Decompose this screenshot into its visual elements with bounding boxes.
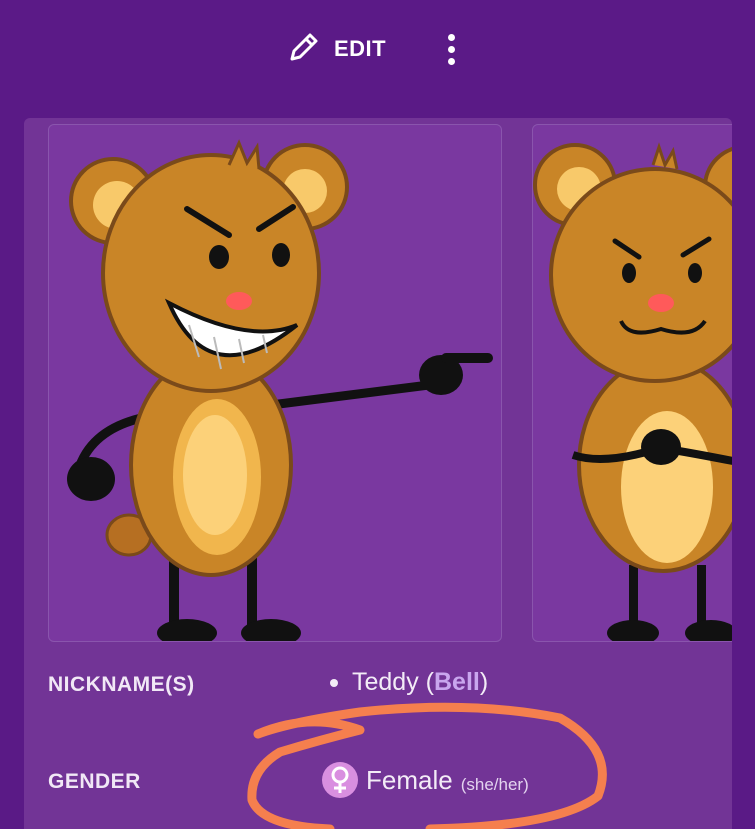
more-options-button[interactable] [436, 30, 466, 68]
teddy-pointing-image[interactable] [48, 124, 502, 642]
teddy-arms-crossed-image[interactable] [532, 124, 732, 642]
image-gallery[interactable] [48, 124, 732, 642]
edit-label: EDIT [334, 36, 387, 61]
nickname-link[interactable]: Bell [434, 668, 480, 697]
gender-value: Female (she/her) [322, 762, 529, 798]
top-toolbar: EDIT [0, 0, 755, 100]
nickname-suffix: ) [479, 668, 489, 696]
gender-pronouns: (she/her) [460, 775, 529, 794]
female-symbol-icon [322, 762, 358, 798]
nickname-value: Teddy ( Bell ) [330, 668, 488, 697]
edit-button[interactable]: EDIT [286, 30, 386, 68]
pencil-icon [286, 29, 322, 70]
nickname-label: NICKNAME(S) [48, 673, 195, 696]
character-infobox: NICKNAME(S) Teddy ( Bell ) GENDER Female… [24, 118, 732, 829]
bullet [330, 678, 338, 687]
gender-label: GENDER [48, 770, 141, 793]
nickname-prefix: Teddy ( [352, 668, 434, 696]
gender-text: Female [366, 764, 453, 795]
